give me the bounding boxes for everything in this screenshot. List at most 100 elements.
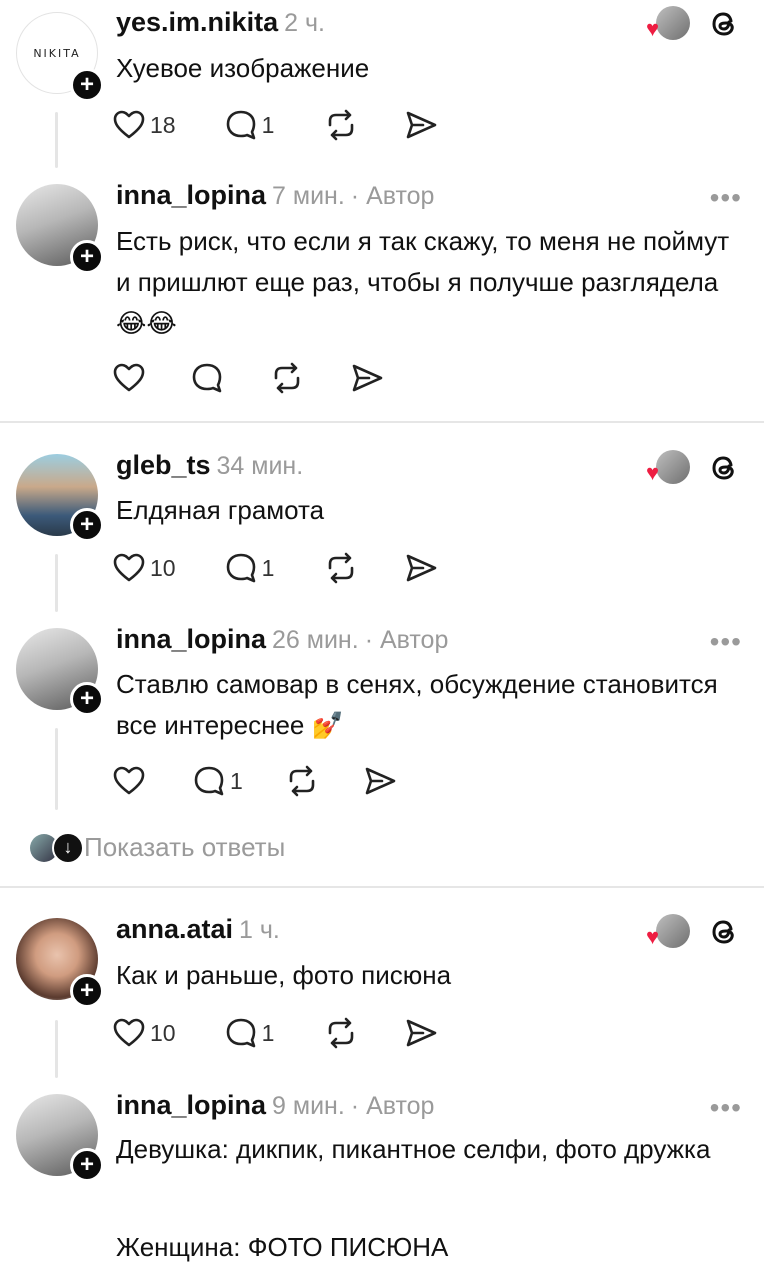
follow-plus-icon[interactable]: + bbox=[70, 508, 104, 542]
like-button[interactable] bbox=[112, 759, 146, 803]
heart-icon bbox=[113, 766, 145, 795]
like-button[interactable] bbox=[112, 356, 146, 400]
post-time: 1 ч. bbox=[239, 916, 280, 944]
repost-button[interactable] bbox=[270, 356, 304, 400]
repost-button[interactable] bbox=[324, 1011, 358, 1055]
liked-heart-icon: ♥ bbox=[646, 460, 660, 485]
repost-icon bbox=[329, 1017, 354, 1049]
post-actions bbox=[112, 356, 384, 400]
share-icon bbox=[365, 767, 396, 795]
post-actions: 1 bbox=[112, 759, 397, 803]
thread-line bbox=[55, 554, 58, 612]
post-text: Елдяная грамота bbox=[116, 495, 325, 525]
post-text: Девушка: дикпик, пикантное селфи, фото д… bbox=[116, 1134, 711, 1164]
comment-icon bbox=[226, 553, 255, 583]
post-text: Хуевое изображение bbox=[116, 53, 370, 83]
comment-icon bbox=[192, 363, 222, 393]
liked-by-badge[interactable]: ♥ bbox=[646, 914, 690, 948]
comment-icon bbox=[226, 1018, 255, 1048]
repost-icon bbox=[274, 362, 300, 394]
post-time: 2 ч. bbox=[284, 9, 325, 37]
share-icon bbox=[407, 1019, 437, 1047]
reply-count: 1 bbox=[261, 111, 275, 138]
username[interactable]: inna_lopina bbox=[116, 624, 266, 654]
post-header: inna_lopina 26 мин. · Автор bbox=[116, 624, 448, 655]
heart-icon bbox=[113, 553, 145, 582]
follow-plus-icon[interactable]: + bbox=[70, 974, 104, 1008]
threads-icon[interactable] bbox=[706, 6, 742, 42]
like-button[interactable]: 18 bbox=[112, 103, 176, 147]
comment-icon bbox=[226, 110, 255, 140]
reply-button[interactable]: 1 bbox=[224, 1011, 275, 1055]
share-icon bbox=[407, 554, 437, 582]
heart-icon bbox=[113, 363, 145, 392]
reply-count: 1 bbox=[261, 1019, 275, 1046]
username[interactable]: inna_lopina bbox=[116, 180, 266, 210]
post-actions: 10 1 bbox=[112, 1011, 438, 1055]
follow-plus-icon[interactable]: + bbox=[70, 240, 104, 274]
comment-icon bbox=[194, 766, 224, 796]
post-time: 9 мин. bbox=[272, 1092, 345, 1120]
follow-plus-icon[interactable]: + bbox=[70, 1148, 104, 1182]
like-count: 18 bbox=[150, 111, 176, 138]
author-label: · Автор bbox=[350, 1092, 435, 1120]
share-icon bbox=[407, 111, 437, 139]
like-button[interactable]: 10 bbox=[112, 546, 176, 590]
reply-button[interactable]: 1 bbox=[224, 546, 274, 590]
heart-icon bbox=[113, 110, 145, 139]
more-icon[interactable]: ••• bbox=[710, 184, 742, 212]
post-time: 26 мин. bbox=[272, 626, 359, 654]
threads-icon[interactable] bbox=[706, 914, 742, 950]
reply-button[interactable] bbox=[190, 356, 224, 400]
like-count: 10 bbox=[150, 554, 176, 581]
thread-line bbox=[55, 728, 58, 810]
reply-count: 1 bbox=[230, 767, 243, 794]
post-header: gleb_ts 34 мин. bbox=[116, 450, 303, 481]
mini-avatar bbox=[656, 450, 690, 484]
author-label: · Автор bbox=[364, 626, 449, 654]
repost-icon bbox=[289, 765, 315, 797]
mini-avatar bbox=[656, 6, 690, 40]
repost-button[interactable] bbox=[324, 103, 358, 147]
repost-button[interactable] bbox=[285, 759, 319, 803]
post-actions: 10 1 bbox=[112, 546, 438, 590]
follow-plus-icon[interactable]: + bbox=[70, 682, 104, 716]
share-button[interactable] bbox=[404, 103, 438, 147]
post-text-line2: Женщина: ФОТО ПИСЮНА bbox=[116, 1232, 449, 1262]
post-text: Есть риск, что если я так скажу, то меня… bbox=[116, 226, 730, 338]
reply-button[interactable]: 1 bbox=[192, 759, 243, 803]
reply-button[interactable]: 1 bbox=[224, 103, 275, 147]
share-button[interactable] bbox=[350, 356, 384, 400]
show-replies-button[interactable]: ↓ Показать ответы bbox=[30, 831, 286, 864]
post-actions: 18 1 bbox=[112, 103, 438, 147]
liked-by-badge[interactable]: ♥ bbox=[646, 6, 690, 40]
follow-plus-icon[interactable]: + bbox=[70, 68, 104, 102]
more-icon[interactable]: ••• bbox=[710, 628, 742, 656]
share-button[interactable] bbox=[404, 546, 438, 590]
heart-icon bbox=[113, 1018, 145, 1047]
arrow-down-icon: ↓ bbox=[52, 831, 84, 864]
like-button[interactable]: 10 bbox=[112, 1011, 176, 1055]
post-header: yes.im.nikita 2 ч. bbox=[116, 7, 325, 38]
liked-by-badge[interactable]: ♥ bbox=[646, 450, 690, 484]
username[interactable]: gleb_ts bbox=[116, 450, 211, 480]
post-header: anna.atai 1 ч. bbox=[116, 914, 280, 945]
share-button[interactable] bbox=[404, 1011, 438, 1055]
threads-icon[interactable] bbox=[706, 450, 742, 486]
more-icon[interactable]: ••• bbox=[710, 1094, 742, 1122]
share-button[interactable] bbox=[363, 759, 397, 803]
liked-heart-icon: ♥ bbox=[646, 924, 660, 949]
divider bbox=[0, 421, 764, 423]
avatar-logo-text: NIKITA bbox=[33, 46, 81, 60]
show-replies-label: Показать ответы bbox=[84, 832, 286, 862]
post-time: 34 мин. bbox=[216, 452, 304, 480]
like-count: 10 bbox=[150, 1019, 176, 1046]
username[interactable]: inna_lopina bbox=[116, 1090, 266, 1120]
username[interactable]: anna.atai bbox=[116, 914, 233, 944]
repost-button[interactable] bbox=[324, 546, 358, 590]
post-header: inna_lopina 7 мин. · Автор bbox=[116, 180, 434, 211]
post-text: Ставлю самовар в сенях, обсуждение стано… bbox=[116, 669, 718, 740]
mini-avatar bbox=[656, 914, 690, 948]
divider bbox=[0, 886, 764, 888]
username[interactable]: yes.im.nikita bbox=[116, 7, 278, 37]
